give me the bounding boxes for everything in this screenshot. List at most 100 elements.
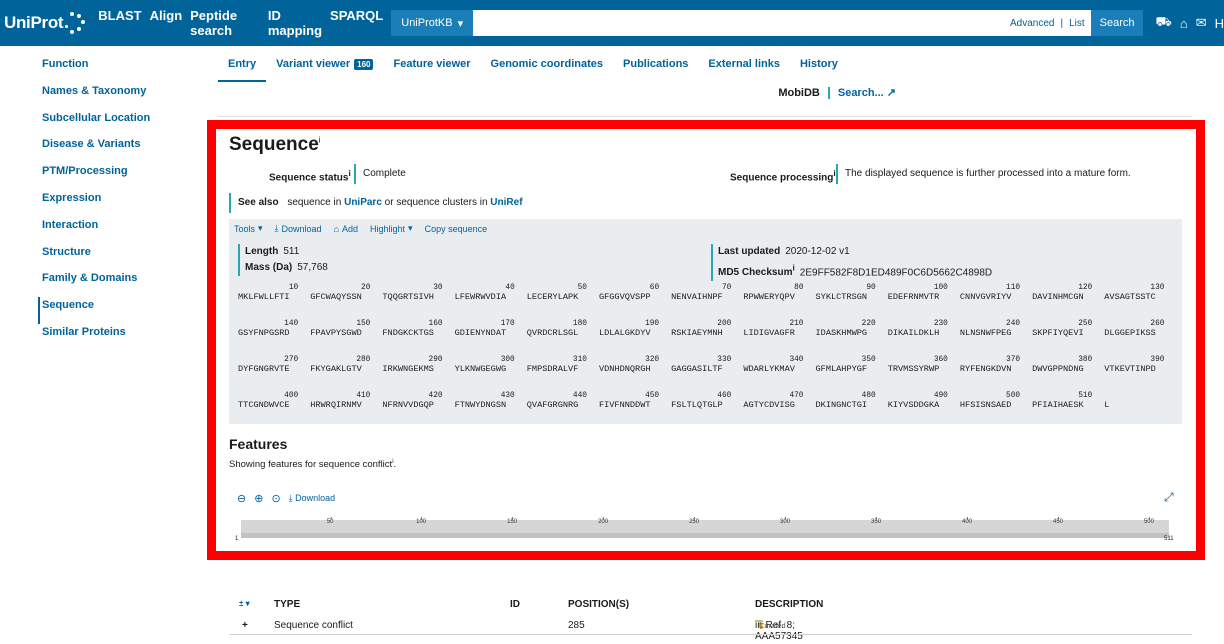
residue-letters[interactable]: NENVAIHNPF (671, 292, 723, 302)
residue-letters[interactable]: LIDIGVAGFR (743, 328, 795, 338)
residue-letters[interactable]: HFSISNSAED (960, 400, 1012, 410)
residue-letters[interactable]: GDIENYNDAT (455, 328, 507, 338)
sidebar-item-structure[interactable]: Structure (42, 244, 192, 271)
sidebar-item-expression[interactable]: Expression (42, 190, 192, 217)
residue-letters[interactable]: GAGGASILTF (671, 364, 723, 374)
residue-letters[interactable]: QVAFGRGNRG (527, 400, 579, 410)
residue-letters[interactable]: LECERYLAPK (527, 292, 579, 302)
residue-letters[interactable]: AVSAGTSSTC (1104, 292, 1156, 302)
add-button[interactable]: ⌂ Add (334, 223, 358, 234)
search-button[interactable]: Search (1090, 10, 1144, 36)
column-type[interactable]: TYPE (274, 599, 300, 610)
database-select[interactable]: UniProtKB ▾ (391, 10, 474, 36)
residue-letters[interactable]: NLNSNWFPEG (960, 328, 1012, 338)
residue-letters[interactable]: GFCWAQYSSN (310, 292, 362, 302)
residue-letters[interactable]: GFMLAHPYGF (816, 364, 868, 374)
tab-genomic-coordinates[interactable]: Genomic coordinates (491, 58, 603, 70)
residue-letters[interactable]: VTKEVTINPD (1104, 364, 1156, 374)
residue-letters[interactable]: FIVFNNDDWT (599, 400, 651, 410)
nav-peptide-search[interactable]: Peptide search (190, 8, 260, 38)
residue-letters[interactable]: FPAVPYSGWD (310, 328, 362, 338)
info-icon[interactable]: i (348, 168, 350, 178)
uniparc-link[interactable]: UniParc (344, 197, 382, 208)
residue-letters[interactable]: FTNWYDNGSN (455, 400, 507, 410)
tab-external-links[interactable]: External links (708, 58, 780, 70)
fullscreen-icon[interactable]: ⤢ (1164, 490, 1174, 505)
residue-letters[interactable]: SKPFIYQEVI (1032, 328, 1084, 338)
sidebar-item-function[interactable]: Function (42, 56, 192, 83)
sidebar-item-ptm-processing[interactable]: PTM/Processing (42, 163, 192, 190)
residue-letters[interactable]: DWVGPPNDNG (1032, 364, 1084, 374)
help-label[interactable]: H (1215, 16, 1224, 31)
residue-letters[interactable]: DAVINHMCGN (1032, 292, 1084, 302)
highlight-menu[interactable]: Highlight ▾ (370, 223, 413, 234)
residue-letters[interactable]: L (1104, 400, 1109, 410)
uniprot-logo[interactable]: UniProt (0, 0, 88, 46)
advanced-search-link[interactable]: Advanced (1010, 18, 1054, 29)
residue-letters[interactable]: SYKLCTRSGN (816, 292, 868, 302)
residue-letters[interactable]: GFGGVQVSPP (599, 292, 651, 302)
residue-letters[interactable]: FNDGKCKTGS (382, 328, 434, 338)
zoom-reset-icon[interactable]: ⊙ (271, 492, 280, 505)
residue-letters[interactable]: DIKAILDKLH (888, 328, 940, 338)
search-input[interactable] (473, 11, 1004, 35)
basket-icon[interactable]: ⌂ (1180, 16, 1188, 31)
residue-letters[interactable]: PFIAIHAESK (1032, 400, 1084, 410)
mail-icon[interactable]: ✉ (1196, 15, 1207, 31)
residue-letters[interactable]: AGTYCDVISG (743, 400, 795, 410)
residue-letters[interactable]: FSLTLQTGLP (671, 400, 723, 410)
residue-letters[interactable]: TTCGNDWVCE (238, 400, 290, 410)
residue-letters[interactable]: QVRDCRLSGL (527, 328, 579, 338)
ruler-brush[interactable] (241, 533, 1169, 538)
residue-letters[interactable]: TRVMSSYRWP (888, 364, 940, 374)
nav-sparql[interactable]: SPARQL (330, 8, 383, 38)
tool-box-icon[interactable]: ⛟ (1155, 14, 1171, 32)
residue-letters[interactable]: IRKWNGEKMS (382, 364, 434, 374)
zoom-out-icon[interactable]: ⊖ (237, 492, 246, 505)
sidebar-item-interaction[interactable]: Interaction (42, 217, 192, 244)
residue-letters[interactable]: RSKIAEYMNH (671, 328, 723, 338)
residue-letters[interactable]: YLKNWGEGWG (455, 364, 507, 374)
nav-align[interactable]: Align (150, 8, 183, 38)
tab-history[interactable]: History (800, 58, 838, 70)
residue-letters[interactable]: DLGGEPIKSS (1104, 328, 1156, 338)
residue-letters[interactable]: LDLALGKDYV (599, 328, 651, 338)
sidebar-item-sequence[interactable]: Sequence (38, 297, 192, 324)
residue-letters[interactable]: FMPSDRALVF (527, 364, 579, 374)
sidebar-item-subcellular-location[interactable]: Subcellular Location (42, 110, 192, 137)
expand-row-button[interactable]: + (242, 620, 248, 631)
zoom-in-icon[interactable]: ⊕ (254, 492, 263, 505)
residue-letters[interactable]: FKYGAKLGTV (310, 364, 362, 374)
sidebar-item-names-taxonomy[interactable]: Names & Taxonomy (42, 83, 192, 110)
sidebar-item-similar-proteins[interactable]: Similar Proteins (42, 324, 192, 351)
copy-sequence-button[interactable]: Copy sequence (425, 223, 488, 234)
toggle-all-rows[interactable]: ± ▾ (239, 599, 250, 608)
residue-letters[interactable]: VDNHDNQRGH (599, 364, 651, 374)
column-positions[interactable]: POSITION(S) (568, 599, 629, 610)
residue-letters[interactable]: GSYFNPGSRD (238, 328, 290, 338)
tab-variant-viewer[interactable]: Variant viewer 160 (276, 58, 374, 70)
residue-letters[interactable]: CNNVGVRIYV (960, 292, 1012, 302)
residue-letters[interactable]: DKINGNCTGI (816, 400, 868, 410)
residue-letters[interactable]: WDARLYKMAV (743, 364, 795, 374)
residue-letters[interactable]: HRWRQIRNMV (310, 400, 362, 410)
residue-letters[interactable]: LFEWRWVDIA (455, 292, 507, 302)
residue-letters[interactable]: NFRNVVDGQP (382, 400, 434, 410)
column-id[interactable]: ID (510, 599, 520, 610)
info-icon[interactable]: i (392, 459, 393, 465)
residue-letters[interactable]: RPWWERYQPV (743, 292, 795, 302)
tab-entry[interactable]: Entry (228, 58, 256, 70)
column-description[interactable]: DESCRIPTION (755, 599, 823, 610)
tab-feature-viewer[interactable]: Feature viewer (393, 58, 470, 70)
residue-letters[interactable]: DYFGNGRVTE (238, 364, 290, 374)
residue-letters[interactable]: MKLFWLLFTI (238, 292, 290, 302)
residue-letters[interactable]: RYFENGKDVN (960, 364, 1012, 374)
tab-publications[interactable]: Publications (623, 58, 688, 70)
residue-letters[interactable]: TQQGRTSIVH (382, 292, 434, 302)
sidebar-item-family-domains[interactable]: Family & Domains (42, 270, 192, 297)
residue-letters[interactable]: EDEFRNMVTR (888, 292, 940, 302)
list-search-link[interactable]: List (1069, 18, 1085, 29)
feature-ruler[interactable]: 50 100 150 200 250 300 350 400 450 500 (241, 517, 1169, 542)
feature-download-button[interactable]: ⤓ Download (289, 493, 336, 504)
info-icon[interactable]: i (319, 136, 321, 145)
